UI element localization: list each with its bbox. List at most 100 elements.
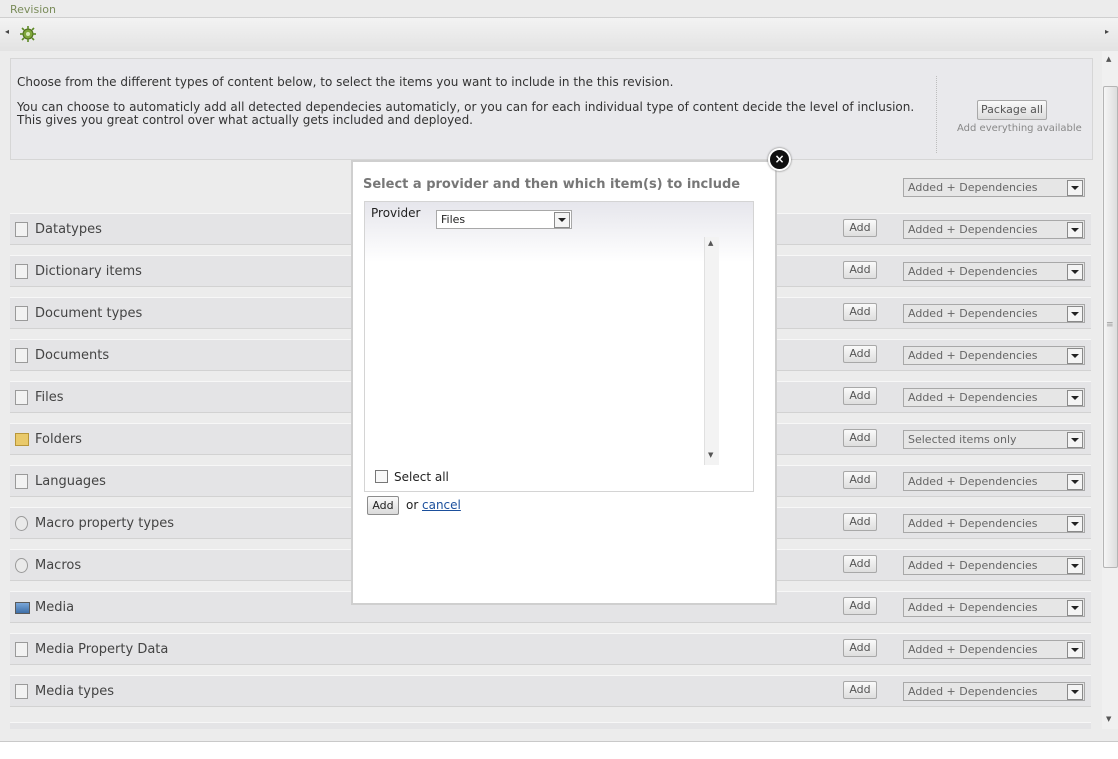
add-button[interactable]: Add xyxy=(843,219,877,237)
scroll-up-icon[interactable]: ▲ xyxy=(708,239,713,247)
content-type-label: Dictionary items xyxy=(35,264,142,279)
content-type-label: Document types xyxy=(35,306,143,321)
scroll-up-icon[interactable]: ▲ xyxy=(1106,55,1111,63)
inclusion-select[interactable]: Added + Dependencies xyxy=(903,388,1085,407)
language-icon xyxy=(15,474,28,489)
inclusion-select-value: Added + Dependencies xyxy=(908,223,1038,236)
inclusion-select[interactable]: Added + Dependencies xyxy=(903,262,1085,281)
inclusion-select-value: Added + Dependencies xyxy=(908,643,1038,656)
media-type-icon xyxy=(15,684,28,699)
inclusion-select[interactable]: Added + Dependencies xyxy=(903,640,1085,659)
inclusion-select[interactable]: Added + Dependencies xyxy=(903,346,1085,365)
add-button[interactable]: Add xyxy=(843,261,877,279)
inclusion-select[interactable]: Added + Dependencies xyxy=(903,682,1085,701)
inclusion-select-value: Added + Dependencies xyxy=(908,601,1038,614)
info-text-line2: You can choose to automaticly add all de… xyxy=(17,100,915,127)
modal-add-button[interactable]: Add xyxy=(367,496,399,515)
inclusion-select-value: Added + Dependencies xyxy=(908,685,1038,698)
resize-grip-icon[interactable]: ≡ xyxy=(1106,320,1114,330)
modal-panel: Provider Files ▲ ▼ Select all xyxy=(364,201,754,492)
chevron-down-icon[interactable] xyxy=(1067,306,1083,322)
inclusion-select[interactable]: Added + Dependencies xyxy=(903,514,1085,533)
content-type-label: Media xyxy=(35,600,75,615)
chevron-down-icon[interactable] xyxy=(1067,348,1083,364)
content-type-label: Documents xyxy=(35,348,110,363)
content-type-label: Macros xyxy=(35,558,82,573)
inclusion-select-value: Added + Dependencies xyxy=(908,475,1038,488)
inclusion-select[interactable]: Added + Dependencies xyxy=(903,472,1085,491)
add-button[interactable]: Add xyxy=(843,429,877,447)
content-type-label: Media types xyxy=(35,684,114,699)
info-box: Choose from the different types of conte… xyxy=(10,58,1093,160)
info-divider xyxy=(936,76,937,153)
inclusion-select[interactable]: Added + Dependencies xyxy=(903,598,1085,617)
chevron-down-icon[interactable] xyxy=(1067,642,1083,658)
close-icon[interactable]: × xyxy=(768,148,791,171)
toolbar-left-arrow-icon[interactable]: ◂ xyxy=(5,27,9,36)
chevron-down-icon[interactable] xyxy=(1067,264,1083,280)
content-type-row-partial xyxy=(10,722,1091,729)
chevron-down-icon[interactable] xyxy=(1067,558,1083,574)
gear-bug-icon[interactable] xyxy=(19,25,37,43)
provider-select-value: Files xyxy=(441,213,466,226)
select-all-checkbox[interactable] xyxy=(375,470,388,483)
chevron-down-icon[interactable] xyxy=(554,212,570,228)
inclusion-select[interactable]: Added + Dependencies xyxy=(903,304,1085,323)
chevron-down-icon[interactable] xyxy=(1067,432,1083,448)
add-button[interactable]: Add xyxy=(843,387,877,405)
content-type-label: Macro property types xyxy=(35,516,175,531)
document-type-icon xyxy=(15,306,28,321)
page-scrollbar[interactable]: ▲ ▼ xyxy=(1102,51,1118,729)
content-type-row: Media Property Data Add Added + Dependenci… xyxy=(10,633,1091,665)
toolbar-right-arrow-icon[interactable]: ▸ xyxy=(1105,27,1109,36)
content-type-label: Languages xyxy=(35,474,106,489)
add-button[interactable]: Add xyxy=(843,303,877,321)
inclusion-select[interactable]: Selected items only xyxy=(903,430,1085,449)
dictionary-icon xyxy=(15,264,28,279)
modal-title: Select a provider and then which item(s)… xyxy=(363,177,741,192)
content-type-label: Media Property Data xyxy=(35,642,169,657)
chevron-down-icon[interactable] xyxy=(1067,684,1083,700)
add-button[interactable]: Add xyxy=(843,471,877,489)
inclusion-select-value: Added + Dependencies xyxy=(908,517,1038,530)
content-type-row: Media types Add Added + Dependencies xyxy=(10,675,1091,707)
inclusion-select[interactable]: Added + Dependencies xyxy=(903,220,1085,239)
provider-select[interactable]: Files xyxy=(436,210,572,229)
media-property-icon xyxy=(15,642,28,657)
item-list-scrollbar[interactable]: ▲ ▼ xyxy=(704,237,719,465)
inclusion-select-value: Added + Dependencies xyxy=(908,391,1038,404)
chevron-down-icon[interactable] xyxy=(1067,222,1083,238)
chevron-down-icon[interactable] xyxy=(1067,600,1083,616)
folder-icon xyxy=(15,433,29,446)
add-button[interactable]: Add xyxy=(843,555,877,573)
content-type-label: Files xyxy=(35,390,64,405)
package-all-hint: Add everything available xyxy=(957,123,1082,134)
inclusion-select[interactable]: Added + Dependencies xyxy=(903,556,1085,575)
global-inclusion-value: Added + Dependencies xyxy=(908,181,1038,194)
add-button[interactable]: Add xyxy=(843,597,877,615)
window-title: Revision xyxy=(10,3,56,16)
select-all-label: Select all xyxy=(394,470,449,484)
chevron-down-icon[interactable] xyxy=(1067,180,1083,196)
scroll-down-icon[interactable]: ▼ xyxy=(708,451,713,459)
add-button[interactable]: Add xyxy=(843,681,877,699)
add-button[interactable]: Add xyxy=(843,345,877,363)
macro-icon xyxy=(15,558,28,573)
add-button[interactable]: Add xyxy=(843,639,877,657)
content-type-label: Datatypes xyxy=(35,222,102,237)
chevron-down-icon[interactable] xyxy=(1067,516,1083,532)
chevron-down-icon[interactable] xyxy=(1067,390,1083,406)
modal-or-text: or xyxy=(406,498,419,512)
macro-property-icon xyxy=(15,516,28,531)
toolbar: ◂ ▸ xyxy=(0,17,1118,52)
add-button[interactable]: Add xyxy=(843,513,877,531)
media-icon xyxy=(15,602,30,614)
inclusion-select-value: Added + Dependencies xyxy=(908,265,1038,278)
scroll-down-icon[interactable]: ▼ xyxy=(1106,715,1111,723)
global-inclusion-select[interactable]: Added + Dependencies xyxy=(903,178,1085,197)
chevron-down-icon[interactable] xyxy=(1067,474,1083,490)
package-all-button[interactable]: Package all xyxy=(977,100,1047,120)
modal-cancel-link[interactable]: cancel xyxy=(422,498,461,512)
item-list[interactable] xyxy=(375,237,720,465)
inclusion-select-value: Added + Dependencies xyxy=(908,559,1038,572)
